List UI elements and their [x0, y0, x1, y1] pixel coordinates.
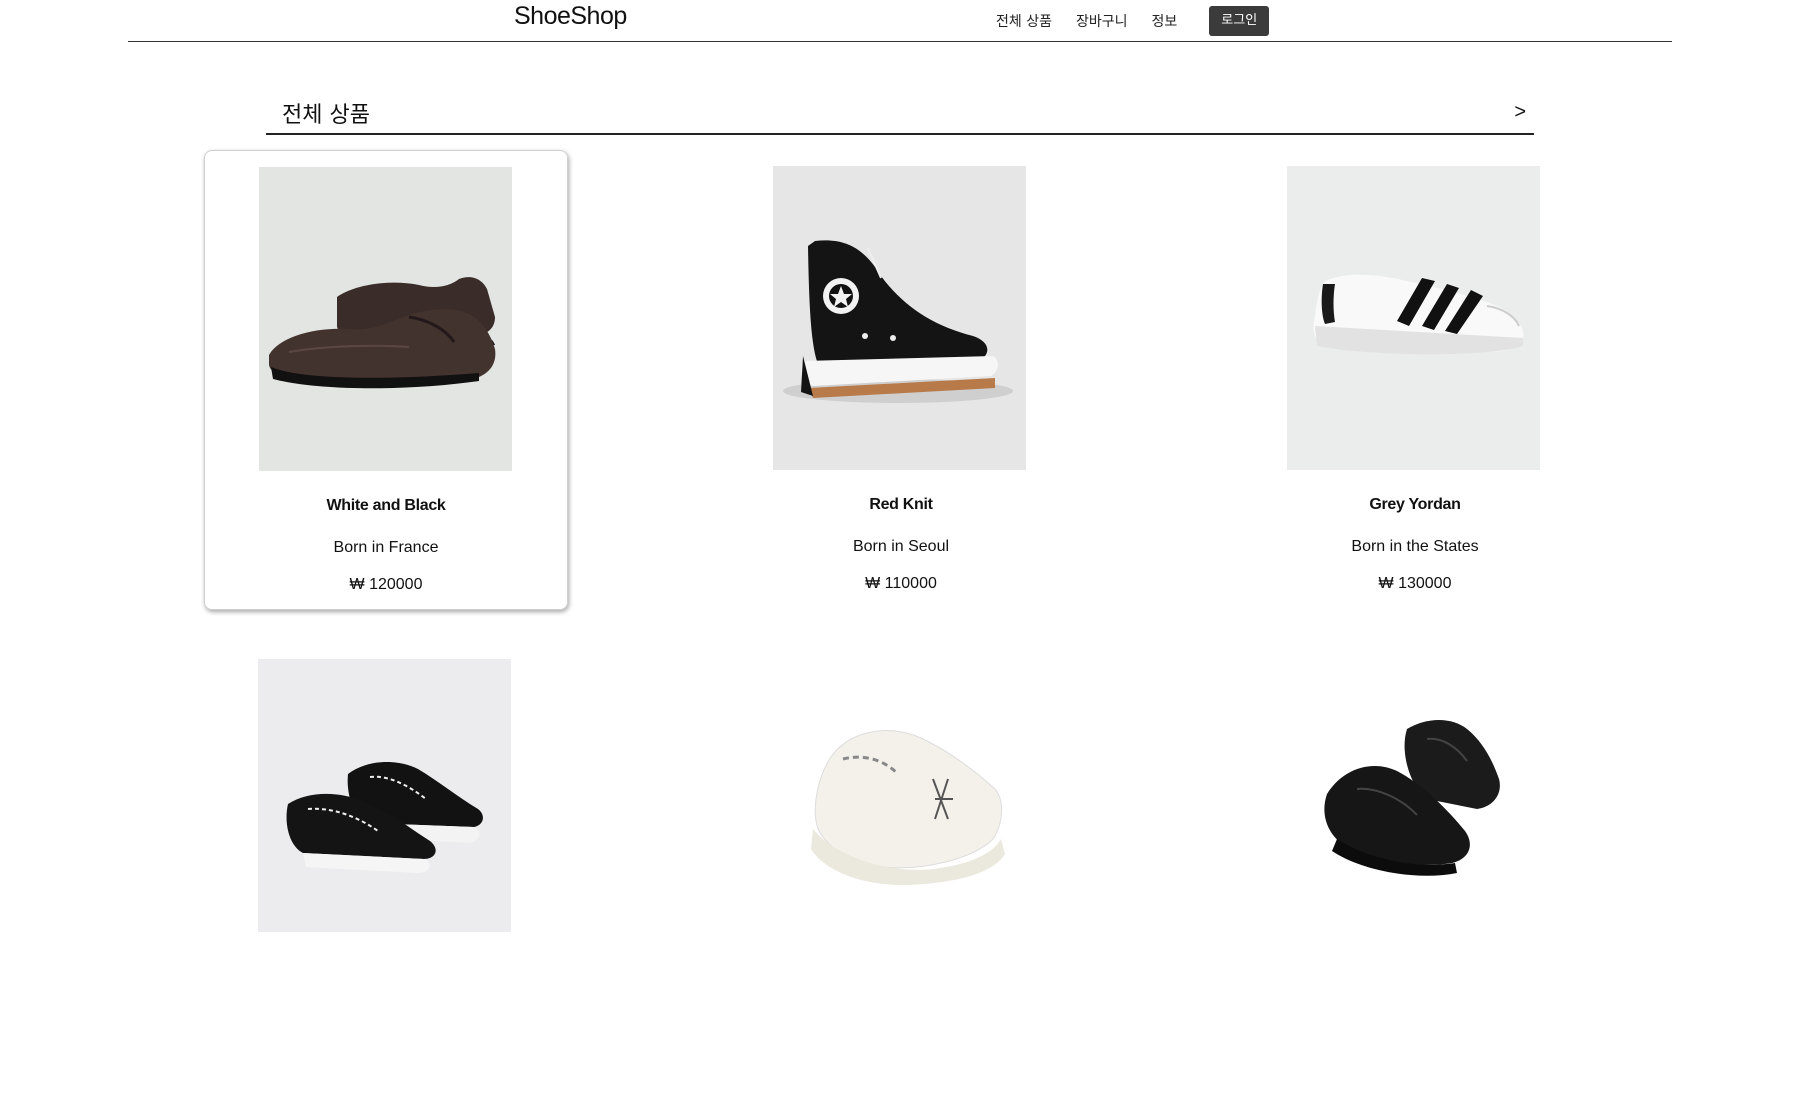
product-image[interactable]	[1287, 659, 1540, 932]
white-chunky-ny-sneaker-image	[773, 659, 1026, 932]
product-card[interactable]	[719, 643, 1083, 1103]
product-price: ₩ 130000	[1378, 575, 1452, 592]
product-name: Grey Yordan	[1369, 496, 1461, 513]
product-image[interactable]	[258, 659, 511, 932]
product-description: Born in France	[333, 539, 439, 556]
brown-leather-derby-shoe-image	[259, 167, 512, 471]
nav-link-all-products[interactable]: 전체 상품	[996, 11, 1052, 31]
product-description: Born in Seoul	[852, 538, 950, 555]
product-price: ₩ 120000	[349, 576, 423, 593]
product-description: Born in the States	[1351, 538, 1479, 555]
section-header: 전체 상품 >	[266, 93, 1534, 135]
product-image[interactable]	[1287, 166, 1540, 470]
nav-links: 전체 상품 장바구니 정보 로그인	[996, 6, 1270, 36]
white-three-stripe-sneaker-image	[1287, 166, 1540, 470]
product-card[interactable]: Grey Yordan Born in the States ₩ 130000	[1233, 150, 1597, 610]
nav-link-info[interactable]: 정보	[1152, 11, 1178, 31]
product-image[interactable]	[773, 166, 1026, 470]
black-high-top-platform-sneaker-image	[773, 166, 1026, 470]
product-price: ₩ 110000	[865, 575, 937, 592]
login-button[interactable]: 로그인	[1209, 6, 1270, 36]
product-image[interactable]	[773, 659, 1026, 932]
product-card[interactable]	[204, 643, 568, 1103]
nav-link-cart[interactable]: 장바구니	[1076, 11, 1128, 31]
navbar: ShoeShop 전체 상품 장바구니 정보 로그인	[128, 0, 1672, 42]
black-running-sneaker-image	[1287, 659, 1540, 932]
product-name: White and Black	[326, 497, 446, 514]
brand-logo[interactable]: ShoeShop	[514, 2, 627, 31]
section-title: 전체 상품	[282, 103, 370, 128]
product-card[interactable]: White and Black Born in France ₩ 120000	[204, 150, 568, 610]
product-card[interactable]	[1233, 643, 1597, 1103]
product-card[interactable]: Red Knit Born in Seoul ₩ 110000	[719, 150, 1083, 610]
section-more-link[interactable]: >	[1514, 101, 1526, 124]
product-image[interactable]	[259, 167, 512, 471]
black-low-top-canvas-sneaker-image	[258, 659, 511, 932]
product-name: Red Knit	[869, 496, 933, 513]
